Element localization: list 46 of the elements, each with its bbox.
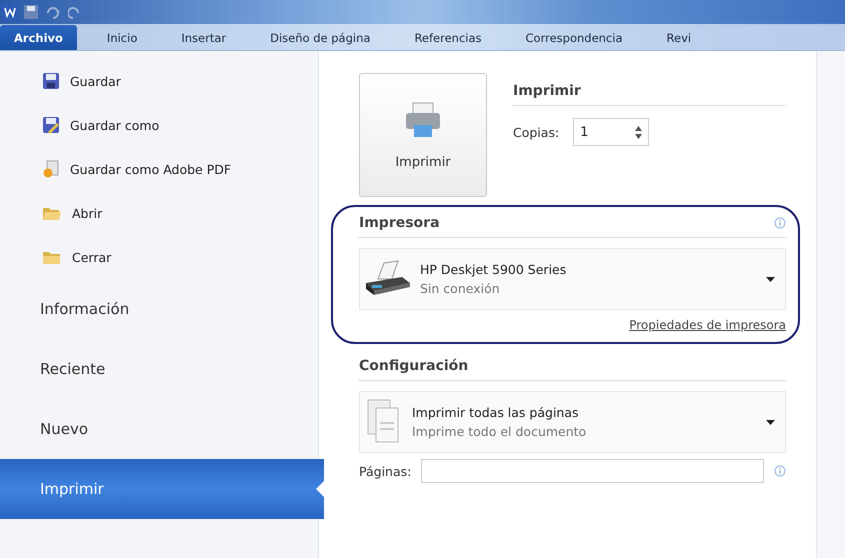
print-range-option: Imprimir todas las páginas [412, 405, 758, 420]
pages-field[interactable] [421, 459, 764, 483]
print-button[interactable]: Imprimir [359, 73, 487, 197]
copies-label: Copias: [513, 124, 560, 140]
redo-icon[interactable] [68, 5, 82, 19]
section-heading: Configuración [359, 358, 468, 374]
section-heading: Imprimir [513, 83, 786, 106]
print-range-detail: Imprime todo el documento [412, 424, 588, 439]
menu-item[interactable]: Guardar [0, 59, 318, 103]
caret-icon [766, 276, 775, 282]
ribbon-tab[interactable]: Referencias [400, 25, 496, 50]
menu-item[interactable]: Abrir [0, 191, 318, 235]
menu-label: Guardar [70, 74, 121, 88]
word-logo-icon[interactable] [2, 4, 18, 20]
spinner-arrows-icon [635, 126, 642, 138]
info-icon [774, 465, 786, 477]
menu-item[interactable]: Guardar como [0, 103, 318, 147]
backstage-tab[interactable]: Nuevo [0, 399, 318, 459]
printer-properties-link[interactable]: Propiedades de impresora [629, 318, 786, 332]
printer-name: HP Deskjet 5900 Series [420, 262, 568, 277]
pages-label: Páginas: [359, 464, 412, 478]
menu-item[interactable]: Cerrar [0, 235, 318, 279]
ribbon-tab[interactable]: Revi [652, 25, 706, 50]
document-icon [42, 160, 60, 178]
copies-spinner[interactable]: 1 [573, 118, 650, 146]
printer-status: Sin conexión [420, 281, 501, 296]
menu-label: Cerrar [72, 250, 112, 264]
backstage-tab[interactable]: Imprimir [0, 459, 324, 519]
printer-dropdown[interactable]: HP Deskjet 5900 Series Sin conexión [359, 248, 786, 310]
pages-dropdown[interactable]: Imprimir todas las páginas Imprime todo el documento [359, 391, 786, 453]
menu-label: Guardar como [70, 118, 160, 132]
backstage-tab[interactable]: Información [0, 279, 318, 339]
menu-label: Guardar como Adobe PDF [70, 162, 232, 176]
menu-label: Abrir [72, 206, 102, 220]
section-heading: Impresora [359, 215, 440, 231]
caret-icon [766, 420, 775, 424]
floppy-pencil-icon [42, 116, 60, 134]
ribbon-tab[interactable]: Correspondencia [512, 25, 637, 50]
ribbon-tab[interactable]: Diseño de página [256, 25, 384, 50]
ribbon-tab[interactable]: Inicio [92, 25, 152, 50]
info-icon [774, 217, 786, 229]
undo-icon[interactable] [44, 5, 62, 19]
ribbon-tab[interactable]: Archivo [0, 25, 77, 50]
ribbon-tab[interactable]: Insertar [167, 25, 240, 50]
backstage-tab[interactable]: Reciente [0, 339, 318, 399]
menu-item[interactable]: Guardar como Adobe PDF [0, 147, 318, 191]
